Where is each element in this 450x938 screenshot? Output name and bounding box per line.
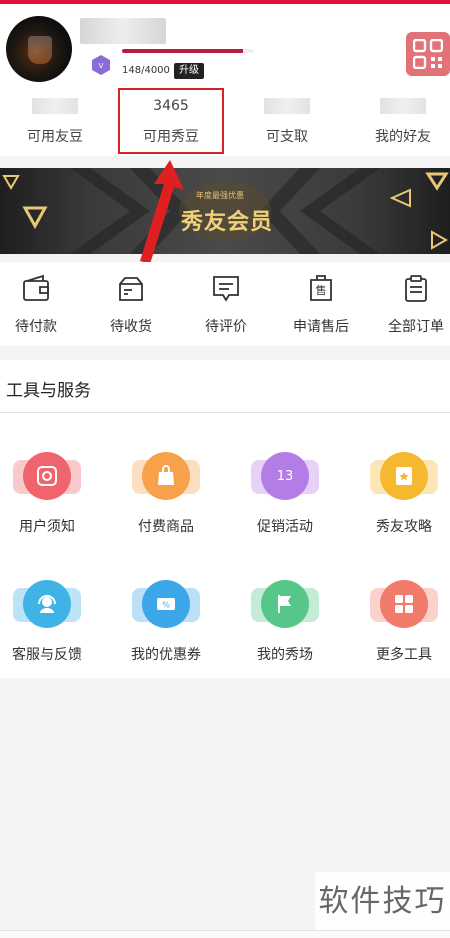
stat-label: 可支取 — [266, 129, 308, 145]
calendar-icon: 13 — [261, 452, 309, 500]
tool-user-notice[interactable]: 用户须知 — [0, 446, 103, 536]
stat-value — [32, 98, 78, 114]
account-stats: 可用友豆 3465 可用秀豆 可支取 我的好友 — [0, 90, 450, 150]
tool-my-coupons[interactable]: % 我的优惠券 — [110, 574, 222, 664]
stat-withdrawable[interactable]: 可支取 — [232, 90, 342, 150]
order-all[interactable]: 全部订单 — [371, 274, 450, 336]
points-text: 148/4000 — [122, 65, 170, 76]
calendar-badge: 13 — [276, 468, 294, 484]
tool-label: 我的优惠券 — [131, 647, 201, 663]
package-icon — [119, 277, 143, 301]
profile-header: V 148/4000 升级 可用友豆 3465 可用秀豆 可支取 我的好友 — [0, 4, 450, 156]
svg-text:%: % — [162, 601, 170, 610]
comment-icon — [213, 276, 239, 302]
highlight-box — [118, 88, 224, 154]
banner-subtitle: 年度最强优惠 — [196, 191, 244, 200]
star-book-icon — [380, 452, 428, 500]
order-shortcuts: 待付款 待收货 待评价 售 申请售后 全部订单 — [0, 262, 450, 346]
tool-label: 更多工具 — [376, 647, 432, 663]
tool-label: 付费商品 — [138, 519, 194, 535]
tool-paid-products[interactable]: 付费商品 — [110, 446, 222, 536]
tools-and-services: 工具与服务 用户须知 付费商品 13 促销活动 秀友攻略 客服与反馈 % 我的优… — [0, 360, 450, 678]
headset-icon — [23, 580, 71, 628]
bottom-tab-bar[interactable] — [0, 930, 450, 938]
level-badge-icon: V — [92, 55, 110, 75]
flag-icon — [261, 580, 309, 628]
notice-icon — [23, 452, 71, 500]
username-blurred — [80, 18, 166, 44]
wallet-icon — [23, 274, 49, 301]
clipboard-icon — [405, 275, 427, 302]
upgrade-button[interactable]: 升级 — [174, 63, 204, 79]
tool-my-showroom[interactable]: 我的秀场 — [229, 574, 341, 664]
stat-label: 可用友豆 — [27, 129, 83, 145]
tool-more[interactable]: 更多工具 — [348, 574, 450, 664]
order-label: 申请售后 — [293, 319, 349, 335]
order-after-sales[interactable]: 售 申请售后 — [276, 274, 366, 336]
watermark: 软件技巧 — [315, 872, 450, 932]
svg-text:V: V — [99, 62, 104, 70]
order-label: 待评价 — [205, 319, 247, 335]
after-sales-icon: 售 — [310, 275, 332, 301]
coupon-icon: % — [142, 580, 190, 628]
order-label: 全部订单 — [388, 319, 444, 335]
qr-code-icon[interactable] — [406, 32, 450, 76]
stat-my-friends[interactable]: 我的好友 — [348, 90, 450, 150]
order-pending-review[interactable]: 待评价 — [181, 274, 271, 336]
order-pending-payment[interactable]: 待付款 — [0, 274, 81, 336]
grid-icon — [380, 580, 428, 628]
tool-guides[interactable]: 秀友攻略 — [348, 446, 450, 536]
tool-label: 秀友攻略 — [376, 519, 432, 535]
order-pending-receipt[interactable]: 待收货 — [86, 274, 176, 336]
order-label: 待收货 — [110, 319, 152, 335]
tool-label: 客服与反馈 — [12, 647, 82, 663]
order-label: 待付款 — [15, 319, 57, 335]
stat-friend-beans[interactable]: 可用友豆 — [0, 90, 110, 150]
divider — [0, 412, 450, 413]
stat-value — [264, 98, 310, 114]
svg-text:售: 售 — [316, 283, 327, 297]
tool-label: 我的秀场 — [257, 647, 313, 663]
points-progress-bar — [122, 49, 254, 53]
tool-promotions[interactable]: 13 促销活动 — [229, 446, 341, 536]
tool-customer-service[interactable]: 客服与反馈 — [0, 574, 103, 664]
tool-label: 促销活动 — [257, 519, 313, 535]
section-title: 工具与服务 — [6, 381, 91, 401]
tool-label: 用户须知 — [19, 519, 75, 535]
annotation-arrow — [140, 160, 184, 264]
avatar[interactable] — [6, 16, 72, 82]
membership-banner[interactable]: 年度最强优惠 秀友会员 — [0, 168, 450, 254]
stat-label: 我的好友 — [375, 129, 431, 145]
stat-value — [380, 98, 426, 114]
bag-icon — [142, 452, 190, 500]
